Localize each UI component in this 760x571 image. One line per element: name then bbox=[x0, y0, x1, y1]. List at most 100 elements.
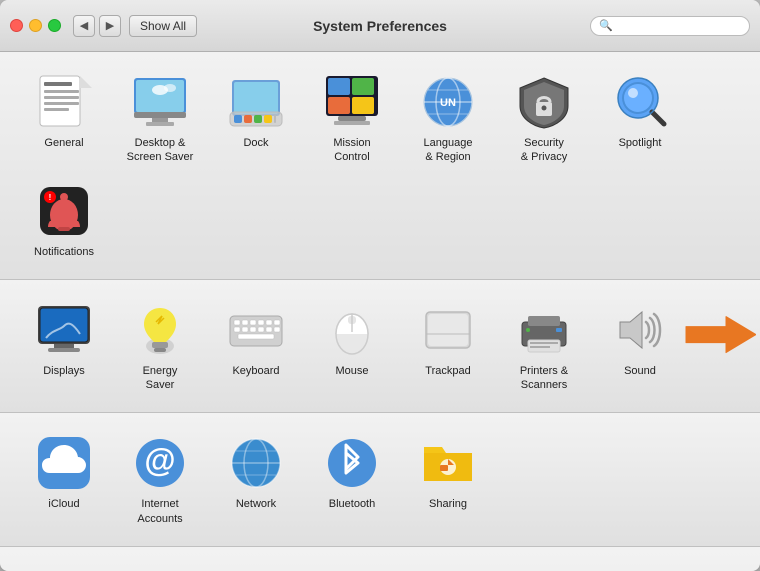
back-button[interactable]: ◀ bbox=[73, 15, 95, 37]
language-icon: UN bbox=[418, 72, 478, 132]
arrow-annotation bbox=[676, 313, 756, 357]
notifications-label: Notifications bbox=[34, 245, 94, 259]
pref-mission[interactable]: MissionControl bbox=[308, 68, 396, 169]
forward-button[interactable]: ▶ bbox=[99, 15, 121, 37]
icloud-icon bbox=[34, 433, 94, 493]
personal-icons-grid: General D bbox=[20, 68, 740, 263]
trackpad-label: Trackpad bbox=[425, 364, 470, 378]
section-internet: iCloud @ InternetAccounts bbox=[0, 413, 760, 547]
pref-datetime[interactable]: 18 Date & Time bbox=[404, 563, 492, 571]
printers-label: Printers &Scanners bbox=[520, 364, 568, 393]
pref-dictation[interactable]: Dictation& Speech bbox=[308, 563, 396, 571]
section-hardware: Displays bbox=[0, 280, 760, 414]
traffic-lights bbox=[10, 19, 61, 32]
keyboard-label: Keyboard bbox=[232, 364, 279, 378]
pref-icloud[interactable]: iCloud bbox=[20, 429, 108, 515]
pref-printers[interactable]: Printers &Scanners bbox=[500, 296, 588, 397]
section-personal: General D bbox=[0, 52, 760, 280]
startup-icon: ? bbox=[514, 567, 574, 571]
mission-label: MissionControl bbox=[333, 136, 370, 165]
pref-bluetooth[interactable]: Bluetooth bbox=[308, 429, 396, 515]
desktop-icon bbox=[130, 72, 190, 132]
pref-network[interactable]: Network bbox=[212, 429, 300, 515]
svg-text:UN: UN bbox=[440, 97, 456, 109]
pref-mouse[interactable]: Mouse bbox=[308, 296, 396, 382]
internet-accounts-icon: @ bbox=[130, 433, 190, 493]
general-label: General bbox=[44, 136, 83, 150]
pref-internet-accounts[interactable]: @ InternetAccounts bbox=[116, 429, 204, 530]
pref-users[interactable]: Users &Groups bbox=[20, 563, 108, 571]
pref-sharing[interactable]: Sharing bbox=[404, 429, 492, 515]
pref-desktop[interactable]: Desktop &Screen Saver bbox=[116, 68, 204, 169]
trackpad-icon bbox=[418, 300, 478, 360]
sound-label: Sound bbox=[624, 364, 656, 378]
energy-label: EnergySaver bbox=[143, 364, 178, 393]
pref-sound[interactable]: Sound bbox=[596, 296, 684, 382]
icloud-label: iCloud bbox=[48, 497, 79, 511]
pref-timemachine[interactable]: TimeMachine bbox=[596, 563, 684, 571]
sharing-icon bbox=[418, 433, 478, 493]
section-system: Users &Groups ParentalCo bbox=[0, 547, 760, 571]
mouse-icon bbox=[322, 300, 382, 360]
close-button[interactable] bbox=[10, 19, 23, 32]
printers-icon bbox=[514, 300, 574, 360]
dock-icon bbox=[226, 72, 286, 132]
energy-icon bbox=[130, 300, 190, 360]
internet-accounts-label: InternetAccounts bbox=[137, 497, 182, 526]
pref-keyboard[interactable]: Keyboard bbox=[212, 296, 300, 382]
system-icons-grid: Users &Groups ParentalCo bbox=[20, 563, 740, 571]
search-input[interactable] bbox=[617, 19, 741, 33]
mouse-label: Mouse bbox=[335, 364, 368, 378]
internet-icons-grid: iCloud @ InternetAccounts bbox=[20, 429, 740, 530]
mission-icon bbox=[322, 72, 382, 132]
pref-trackpad[interactable]: Trackpad bbox=[404, 296, 492, 382]
datetime-icon: 18 bbox=[418, 567, 478, 571]
appstore-icon: A bbox=[226, 567, 286, 571]
pref-dock[interactable]: Dock bbox=[212, 68, 300, 154]
sharing-label: Sharing bbox=[429, 497, 467, 511]
notifications-icon: ! bbox=[34, 181, 94, 241]
hardware-icons-grid: Displays bbox=[20, 296, 740, 397]
preferences-content: General D bbox=[0, 52, 760, 571]
parental-icon bbox=[130, 567, 190, 571]
pref-security[interactable]: Security& Privacy bbox=[500, 68, 588, 169]
security-label: Security& Privacy bbox=[521, 136, 567, 165]
window-title: System Preferences bbox=[313, 18, 447, 34]
general-icon bbox=[34, 72, 94, 132]
network-icon bbox=[226, 433, 286, 493]
maximize-button[interactable] bbox=[48, 19, 61, 32]
pref-parental[interactable]: ParentalControls bbox=[116, 563, 204, 571]
displays-icon bbox=[34, 300, 94, 360]
pref-notifications[interactable]: ! Notifications bbox=[20, 177, 108, 263]
keyboard-icon bbox=[226, 300, 286, 360]
desktop-label: Desktop &Screen Saver bbox=[127, 136, 194, 165]
minimize-button[interactable] bbox=[29, 19, 42, 32]
search-box[interactable]: 🔍 bbox=[590, 16, 750, 36]
pref-spotlight[interactable]: Spotlight bbox=[596, 68, 684, 154]
users-icon bbox=[34, 567, 94, 571]
timemachine-icon bbox=[610, 567, 670, 571]
sound-icon bbox=[610, 300, 670, 360]
main-window: ◀ ▶ Show All System Preferences 🔍 bbox=[0, 0, 760, 571]
dock-label: Dock bbox=[243, 136, 268, 150]
pref-displays[interactable]: Displays bbox=[20, 296, 108, 382]
displays-label: Displays bbox=[43, 364, 85, 378]
pref-language[interactable]: UN Language& Region bbox=[404, 68, 492, 169]
svg-text:!: ! bbox=[49, 193, 52, 202]
pref-energy[interactable]: EnergySaver bbox=[116, 296, 204, 397]
spotlight-icon bbox=[610, 72, 670, 132]
pref-startup[interactable]: ? StartupDisk bbox=[500, 563, 588, 571]
show-all-button[interactable]: Show All bbox=[129, 15, 197, 37]
search-icon: 🔍 bbox=[599, 19, 613, 32]
dictation-icon bbox=[322, 567, 382, 571]
network-label: Network bbox=[236, 497, 276, 511]
bluetooth-label: Bluetooth bbox=[329, 497, 375, 511]
pref-appstore[interactable]: A App Store bbox=[212, 563, 300, 571]
svg-text:@: @ bbox=[144, 442, 175, 478]
language-label: Language& Region bbox=[424, 136, 473, 165]
titlebar: ◀ ▶ Show All System Preferences 🔍 bbox=[0, 0, 760, 52]
security-icon bbox=[514, 72, 574, 132]
spotlight-label: Spotlight bbox=[619, 136, 662, 150]
pref-general[interactable]: General bbox=[20, 68, 108, 154]
nav-buttons: ◀ ▶ bbox=[73, 15, 121, 37]
